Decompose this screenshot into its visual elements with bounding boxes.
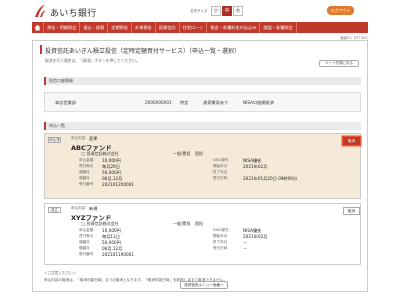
account-branch: 本店営業部	[55, 100, 76, 105]
bonus-label: 増額月	[79, 170, 90, 174]
back-to-menu-button[interactable]: 投資信託メニュー画面へ	[180, 281, 228, 289]
cancel-button[interactable]: 取消	[343, 207, 360, 215]
type-value: 新規	[89, 205, 98, 211]
status-badge: 申込済	[48, 137, 61, 143]
nav-foreign-deposit[interactable]: 外貨預金	[132, 22, 156, 33]
application-card: 成立 取消 申込内容 新規 XYZファンド ◯ 投資信託株式会社 一般/累投 国…	[44, 203, 361, 265]
receipt-value: 202101190001	[102, 251, 134, 257]
header: あいち銀行 文字サイズ 小 中 大 ログアウト	[0, 0, 400, 22]
bonus-label: 増額月	[79, 240, 90, 244]
nav-housing-loan[interactable]: 住宅ローン	[180, 22, 208, 33]
end-label: 終了年月	[213, 170, 228, 174]
account-info-box: 本店営業部 2000000001 特定 源泉徴収あり NISA口座開設済	[44, 92, 361, 112]
nav-notifications[interactable]: 諸届・各種照会	[260, 22, 297, 33]
account-section-header: 投信口座情報	[44, 77, 361, 85]
bank-name[interactable]: あいち銀行	[50, 6, 97, 19]
nav-transfer[interactable]: 振込・振替	[80, 22, 109, 33]
nav-investment-trust[interactable]: 投資信託	[156, 22, 180, 33]
amount-label: 申込金額	[79, 158, 94, 162]
bonus-month-label: 増額月	[79, 176, 90, 180]
nav-time-deposit[interactable]: 定期預金	[108, 22, 133, 33]
account-number: 2000000001	[145, 100, 172, 105]
font-size-large-button[interactable]: 大	[233, 6, 243, 16]
start-label: 開始年月	[213, 164, 228, 168]
font-size-small-button[interactable]: 小	[211, 6, 221, 16]
page-title: 投資信託あいぎん積立投信（定時定額買付サービス）（申込一覧・選択）	[45, 48, 241, 55]
date-value: －	[243, 245, 248, 251]
main-panel: 投資信託あいぎん積立投信（定時定額買付サービス）（申込一覧・選択） 取消を行う場…	[32, 40, 368, 292]
end-label: 終了年月	[213, 240, 228, 244]
amount-label: 申込金額	[79, 228, 94, 232]
title-accent	[40, 45, 42, 54]
buy-day-label: 買付毎月	[79, 164, 94, 168]
applications-section-header: 申込一覧	[44, 122, 361, 130]
main-nav: 預金・明細照会 振込・振替 定期預金 外貨預金 投資信託 住宅ローン 税金・各種…	[32, 22, 368, 33]
fund-category: 国投	[195, 151, 203, 156]
receipt-value: 202101200001	[102, 181, 134, 187]
account-nisa: NISA口座開設済	[243, 100, 274, 105]
date-label: 受付日時	[213, 176, 228, 180]
page-top-button[interactable]: ページ先頭に戻る	[319, 60, 359, 67]
nav-home-icon[interactable]	[32, 22, 44, 33]
status-badge: 成立	[48, 207, 61, 213]
receipt-label: 受付番号	[79, 182, 94, 186]
start-label: 開始年月	[213, 234, 228, 238]
receipt-label: 受付番号	[79, 252, 94, 256]
bonus-month-label: 増額月	[79, 246, 90, 250]
application-card: 申込済 取消 申込内容 変更 ABCファンド ◯ 投資信託株式会社 一般/累投 …	[44, 133, 361, 199]
company-name: ◯ 投資信託株式会社	[81, 151, 119, 156]
notes-title: ＜ご注意ください＞	[44, 271, 77, 275]
risk-type: 一般/累投	[173, 151, 191, 156]
buy-day-label: 買付毎月	[79, 234, 94, 238]
logout-button[interactable]: ログアウト	[327, 6, 354, 15]
type-label: 申込内容	[71, 136, 86, 140]
cancel-button[interactable]: 取消	[343, 137, 360, 145]
type-label: 申込内容	[71, 206, 86, 210]
start-value: 2021年02月	[243, 163, 268, 169]
account-type: 特定	[180, 100, 189, 105]
nav-deposit-statement[interactable]: 預金・明細照会	[44, 22, 81, 33]
type-value: 変更	[89, 135, 98, 141]
nisa-label: NISA優先	[213, 158, 229, 162]
date-label: 受付日時	[213, 246, 228, 250]
font-size-label: 文字サイズ	[190, 9, 208, 13]
font-size-medium-button[interactable]: 中	[222, 6, 232, 16]
date-value: 2021年01月20日 09時00分	[243, 175, 298, 181]
nav-tax-payments[interactable]: 税金・各種料金の払込み	[207, 22, 261, 33]
company-name: ◯ 投資信託株式会社	[81, 221, 119, 226]
bank-logo-icon	[35, 5, 46, 17]
account-holder: 源泉徴収あり	[203, 100, 229, 105]
risk-type: 一般/累投	[173, 221, 191, 226]
nisa-label: NISA優先	[213, 228, 229, 232]
instruction-text: 取消を行う場合は、「取消」ボタンを押してください。	[45, 58, 140, 63]
fund-category: 国投	[195, 221, 203, 226]
